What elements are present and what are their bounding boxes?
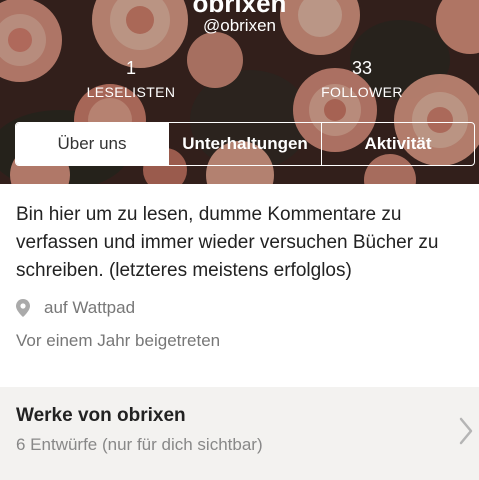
works-section[interactable]: Werke von obrixen 6 Entwürfe (nur für di… bbox=[0, 387, 479, 480]
stat-followers[interactable]: 33 FOLLOWER bbox=[282, 58, 442, 100]
joined-date: Vor einem Jahr beigetreten bbox=[16, 331, 221, 350]
profile-header: obrixen @obrixen 1 LESELISTEN 33 FOLLOWE… bbox=[0, 0, 479, 184]
tab-conversations[interactable]: Unterhaltungen bbox=[168, 123, 321, 165]
username: @obrixen bbox=[202, 16, 276, 35]
location-text: auf Wattpad bbox=[44, 298, 136, 317]
stat-reading-lists[interactable]: 1 LESELISTEN bbox=[51, 58, 211, 100]
map-pin-icon bbox=[16, 299, 30, 317]
chevron-right-icon[interactable] bbox=[459, 417, 473, 445]
works-title: Werke von obrixen bbox=[16, 405, 186, 426]
stat-followers-label: FOLLOWER bbox=[321, 84, 403, 100]
about-bio: Bin hier um zu lesen, dumme Kommentare z… bbox=[16, 204, 439, 281]
location-row: auf Wattpad bbox=[16, 298, 135, 318]
tab-about[interactable]: Über uns bbox=[16, 123, 168, 165]
profile-tabs: Über uns Unterhaltungen Aktivität bbox=[15, 122, 475, 166]
stat-reading-lists-count: 1 bbox=[125, 58, 136, 78]
stat-reading-lists-label: LESELISTEN bbox=[86, 84, 176, 100]
stat-followers-count: 33 bbox=[351, 58, 373, 78]
tab-activity[interactable]: Aktivität bbox=[321, 123, 474, 165]
works-subtitle: 6 Entwürfe (nur für dich sichtbar) bbox=[16, 435, 263, 454]
